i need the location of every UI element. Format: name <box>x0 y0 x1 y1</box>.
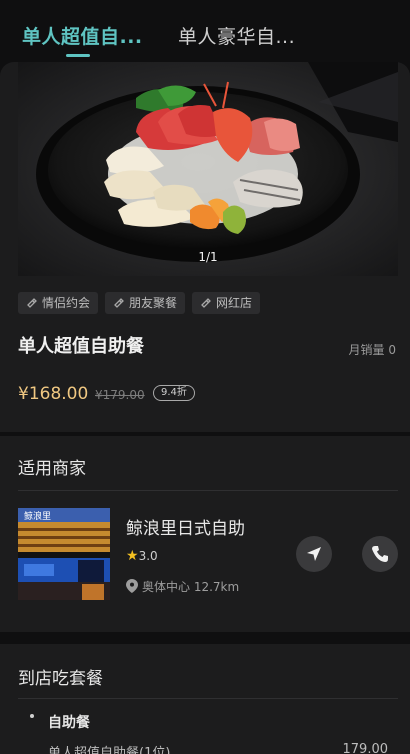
navigate-button[interactable] <box>296 536 332 572</box>
tag-label: 网红店 <box>216 296 253 310</box>
package-item-name: 单人超值自助餐(1位) <box>48 746 171 754</box>
location-text: 奥体中心 12.7km <box>142 580 240 594</box>
navigation-arrow-icon <box>307 547 321 561</box>
sashimi-platter-image <box>18 62 398 276</box>
rating-value: 3.0 <box>138 549 158 563</box>
tab-single-value-buffet[interactable]: 单人超值自... <box>22 22 143 49</box>
dine-in-package-card: 到店吃套餐 自助餐 单人超值自助餐(1位) 179.00 <box>0 644 410 754</box>
current-price: ¥168.00 <box>18 384 89 404</box>
original-price: ¥179.00 <box>95 388 145 402</box>
divider <box>18 698 398 699</box>
tag-icon <box>201 298 211 308</box>
product-card: 1/1 情侣约会 朋友聚餐 网红店 单人超值自助餐 月销量 0 ¥168.00 … <box>0 62 410 432</box>
call-button[interactable] <box>362 536 398 572</box>
phone-icon <box>372 546 388 562</box>
tag-icon <box>27 298 37 308</box>
product-title: 单人超值自助餐 <box>18 336 144 357</box>
package-group-name: 自助餐 <box>48 715 90 731</box>
tag-label: 朋友聚餐 <box>129 296 178 310</box>
location-pin-icon <box>126 579 138 593</box>
applicable-merchants-card: 适用商家 鲸浪里 鲸浪里日式自助 ★3.0 奥体中心 12.7km <box>0 436 410 632</box>
storefront-image: 鲸浪里 <box>18 508 110 600</box>
store-photo[interactable]: 鲸浪里 <box>18 508 110 600</box>
tag-internet-famous: 网红店 <box>192 292 261 314</box>
product-photo[interactable]: 1/1 <box>18 62 398 276</box>
package-tabs: 单人超值自... 单人豪华自... <box>0 14 410 62</box>
store-name[interactable]: 鲸浪里日式自助 <box>126 514 245 539</box>
image-pager: 1/1 <box>198 250 218 264</box>
monthly-sales: 月销量 0 <box>348 343 396 357</box>
tag-label: 情侣约会 <box>42 296 91 310</box>
tab-single-deluxe-buffet[interactable]: 单人豪华自... <box>178 22 295 49</box>
tag-icon <box>114 298 124 308</box>
section-title-dine-in: 到店吃套餐 <box>18 669 103 689</box>
status-bar-strip <box>0 0 410 14</box>
discount-badge: 9.4折 <box>153 385 195 401</box>
tag-friends-gathering: 朋友聚餐 <box>105 292 186 314</box>
active-tab-indicator <box>66 54 90 57</box>
tag-couple-date: 情侣约会 <box>18 292 99 314</box>
store-location: 奥体中心 12.7km <box>126 578 239 595</box>
store-sign-text: 鲸浪里 <box>24 510 51 522</box>
divider <box>18 490 398 491</box>
list-bullet <box>30 714 34 718</box>
package-item-price: 179.00 <box>342 742 389 754</box>
star-icon: ★ <box>126 548 139 564</box>
store-rating: ★3.0 <box>126 548 158 564</box>
section-title-merchants: 适用商家 <box>18 459 86 479</box>
